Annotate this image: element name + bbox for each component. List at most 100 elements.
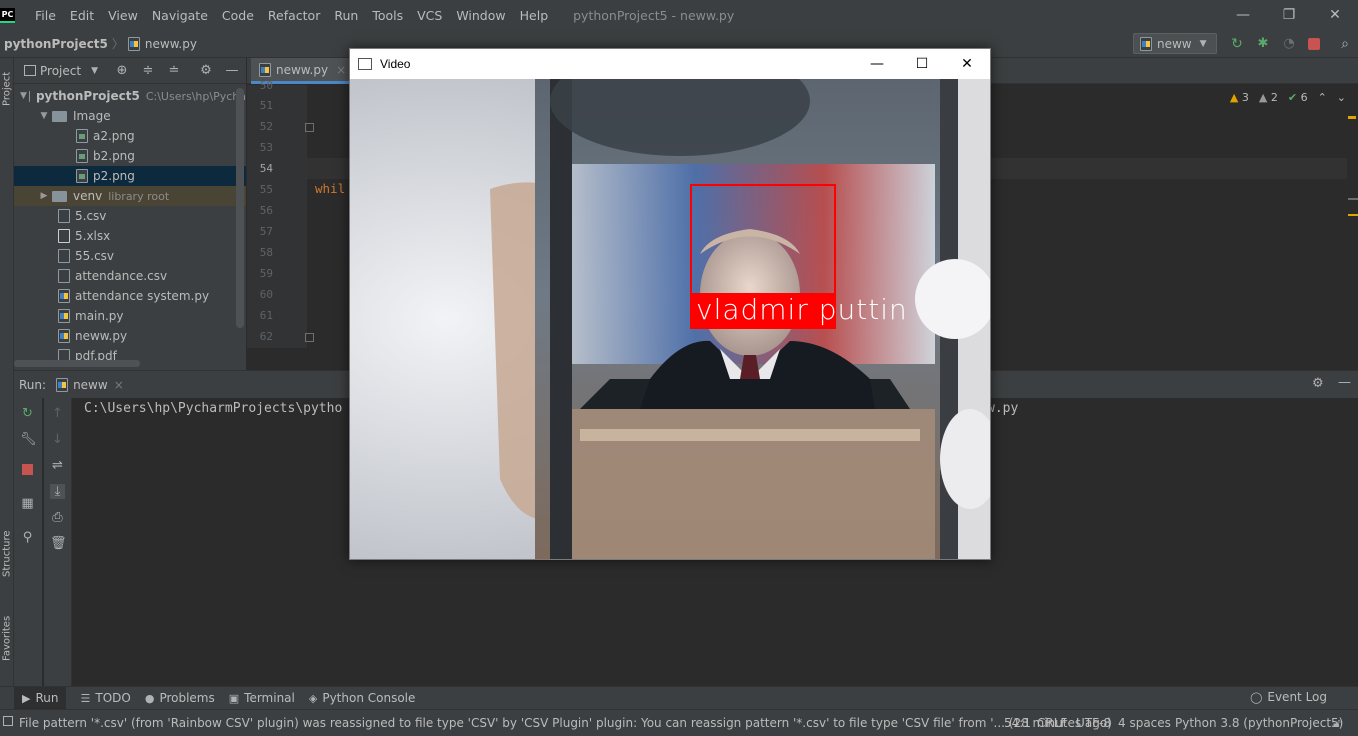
tree-item-attendance-system-py[interactable]: attendance system.py [14,286,246,306]
favorites-tool-tab[interactable]: Favorites [0,608,14,668]
gear-icon[interactable]: ⚙ [198,63,214,79]
menu-vcs[interactable]: VCS [410,8,449,23]
locate-icon[interactable]: ⊕ [114,63,130,79]
minimize-button[interactable]: — [1220,0,1266,30]
restore-button[interactable]: ❐ [1266,0,1312,30]
caret-position[interactable]: 54:1 [1004,716,1031,730]
tool-window-run[interactable]: ▶ Run [14,687,67,709]
trash-icon[interactable]: 🗑︎ [50,536,67,551]
tool-window-label: Event Log [1267,690,1327,704]
close-button[interactable]: ✕ [944,49,990,79]
menu-view[interactable]: View [101,8,145,23]
chevron-down-icon[interactable]: ▼ [91,66,98,76]
fold-marker-icon[interactable] [305,123,314,132]
tool-window-python-console[interactable]: ◈ Python Console [309,691,416,705]
wrench-icon[interactable]: 🔧︎ [20,432,37,447]
layout-icon[interactable]: ▦ [20,496,35,511]
menu-tools[interactable]: Tools [365,8,410,23]
hide-panel-icon[interactable]: — [1338,375,1351,390]
print-icon[interactable]: ⎙ [50,510,65,525]
menu-window[interactable]: Window [449,8,512,23]
line-number: 61 [259,309,273,322]
debug-icon[interactable]: ✱ [1255,36,1271,52]
video-window[interactable]: Video — ☐ ✕ vladmir puttin [349,48,991,560]
menu-edit[interactable]: Edit [63,8,101,23]
pin-icon[interactable]: ⚲ [20,530,35,545]
close-tab-icon[interactable]: × [114,378,124,392]
tree-item-5-xlsx[interactable]: 5.xlsx [14,226,246,246]
video-window-titlebar[interactable]: Video — ☐ ✕ [350,49,990,79]
menu-run[interactable]: Run [327,8,365,23]
expand-all-icon[interactable]: ≑ [140,63,156,79]
chevron-down-icon[interactable]: ▼ [20,91,27,101]
tree-horizontal-scrollbar[interactable] [14,360,140,367]
line-separator[interactable]: CRLF [1037,716,1067,730]
gear-icon[interactable]: ⚙ [1312,376,1324,391]
editor-stripe-marker[interactable] [1348,198,1358,200]
collapse-all-icon[interactable]: ≐ [166,63,182,79]
maximize-button[interactable]: ☐ [899,49,945,79]
tool-window-event-log[interactable]: ◯ Event Log [1250,690,1327,704]
rerun-icon[interactable]: ↻ [20,406,35,421]
tree-item-venv[interactable]: ▶ venv library root [14,186,246,206]
stop-icon[interactable] [1308,38,1320,50]
chevron-down-icon[interactable]: ⌄ [1337,91,1346,104]
tool-window-problems[interactable]: ● Problems [145,691,215,705]
tree-item-p2-png[interactable]: p2.png [14,166,246,186]
menu-code[interactable]: Code [215,8,261,23]
stop-icon[interactable] [22,464,33,475]
tree-item-main-py[interactable]: main.py [14,306,246,326]
tree-scrollbar[interactable] [236,88,244,328]
scroll-to-end-icon[interactable]: ⤓ [50,484,65,499]
menu-help[interactable]: Help [513,8,556,23]
breadcrumb-project[interactable]: pythonProject5 [4,37,108,51]
typos-count[interactable]: ✔ 6 [1288,91,1308,104]
tree-item-project-root[interactable]: ▼ pythonProject5 C:\Users\hp\Pycha [14,86,246,106]
project-tool-tab[interactable]: Project [0,64,14,114]
tool-window-todo[interactable]: ☰ TODO [80,691,130,705]
tool-window-terminal[interactable]: ▣ Terminal [229,691,295,705]
lock-icon[interactable]: 🔓︎ [1333,716,1341,731]
close-tab-icon[interactable]: × [336,63,346,77]
tree-item-b2-png[interactable]: b2.png [14,146,246,166]
python-interpreter[interactable]: Python 3.8 (pythonProject5) [1175,716,1343,730]
warning-stripe-marker[interactable] [1348,116,1356,119]
line-number-gutter: 50 51 52 53 54 55 56 57 58 59 60 61 62 [247,79,314,348]
tree-item-neww-py[interactable]: neww.py [14,326,246,346]
tree-item-attendance-csv[interactable]: attendance.csv [14,266,246,286]
rerun-icon[interactable]: ↻ [1229,36,1245,52]
file-encoding[interactable]: UTF-8 [1076,716,1111,730]
chevron-down-icon[interactable]: ▼ [38,111,50,121]
close-button[interactable]: ✕ [1312,0,1358,30]
tree-item-55-csv[interactable]: 55.csv [14,246,246,266]
hide-panel-icon[interactable]: — [224,63,240,79]
menu-refactor[interactable]: Refactor [261,8,327,23]
toggle-tool-windows-icon[interactable] [3,716,13,726]
tree-item-image-folder[interactable]: ▼ Image [14,106,246,126]
code-text[interactable]: whil [315,181,345,196]
breadcrumb-file[interactable]: neww.py [145,37,197,51]
fold-marker-icon[interactable] [305,333,314,342]
soft-wrap-icon[interactable]: ⇌ [50,458,65,473]
search-icon[interactable]: ⌕ [1337,36,1353,52]
chevron-right-icon[interactable]: ▶ [38,191,50,201]
run-tab-neww[interactable]: neww × [56,377,124,392]
menu-file[interactable]: File [28,8,63,23]
tree-item-5-csv[interactable]: 5.csv [14,206,246,226]
inspection-widget[interactable]: ▲ 3 ▲ 2 ✔ 6 ⌃ ⌄ [1230,91,1346,104]
coverage-icon[interactable]: ◔ [1281,36,1297,52]
warning-stripe-marker[interactable] [1348,214,1358,216]
tree-item-a2-png[interactable]: a2.png [14,126,246,146]
warnings-count[interactable]: ▲ 3 [1230,91,1249,104]
chevron-up-icon[interactable]: ⌃ [1318,91,1327,104]
indent-setting[interactable]: 4 spaces [1118,716,1171,730]
arrow-down-icon[interactable]: ↓ [50,432,65,447]
arrow-up-icon[interactable]: ↑ [50,406,65,421]
structure-tool-tab[interactable]: Structure [0,520,14,588]
minimize-button[interactable]: — [854,49,900,79]
status-message[interactable]: File pattern '*.csv' (from 'Rainbow CSV'… [19,716,1112,730]
menu-navigate[interactable]: Navigate [145,8,215,23]
project-view-select[interactable]: Project [40,64,81,78]
run-configuration-select[interactable]: neww ▼ [1133,33,1217,54]
weak-warnings-count[interactable]: ▲ 2 [1259,91,1278,104]
